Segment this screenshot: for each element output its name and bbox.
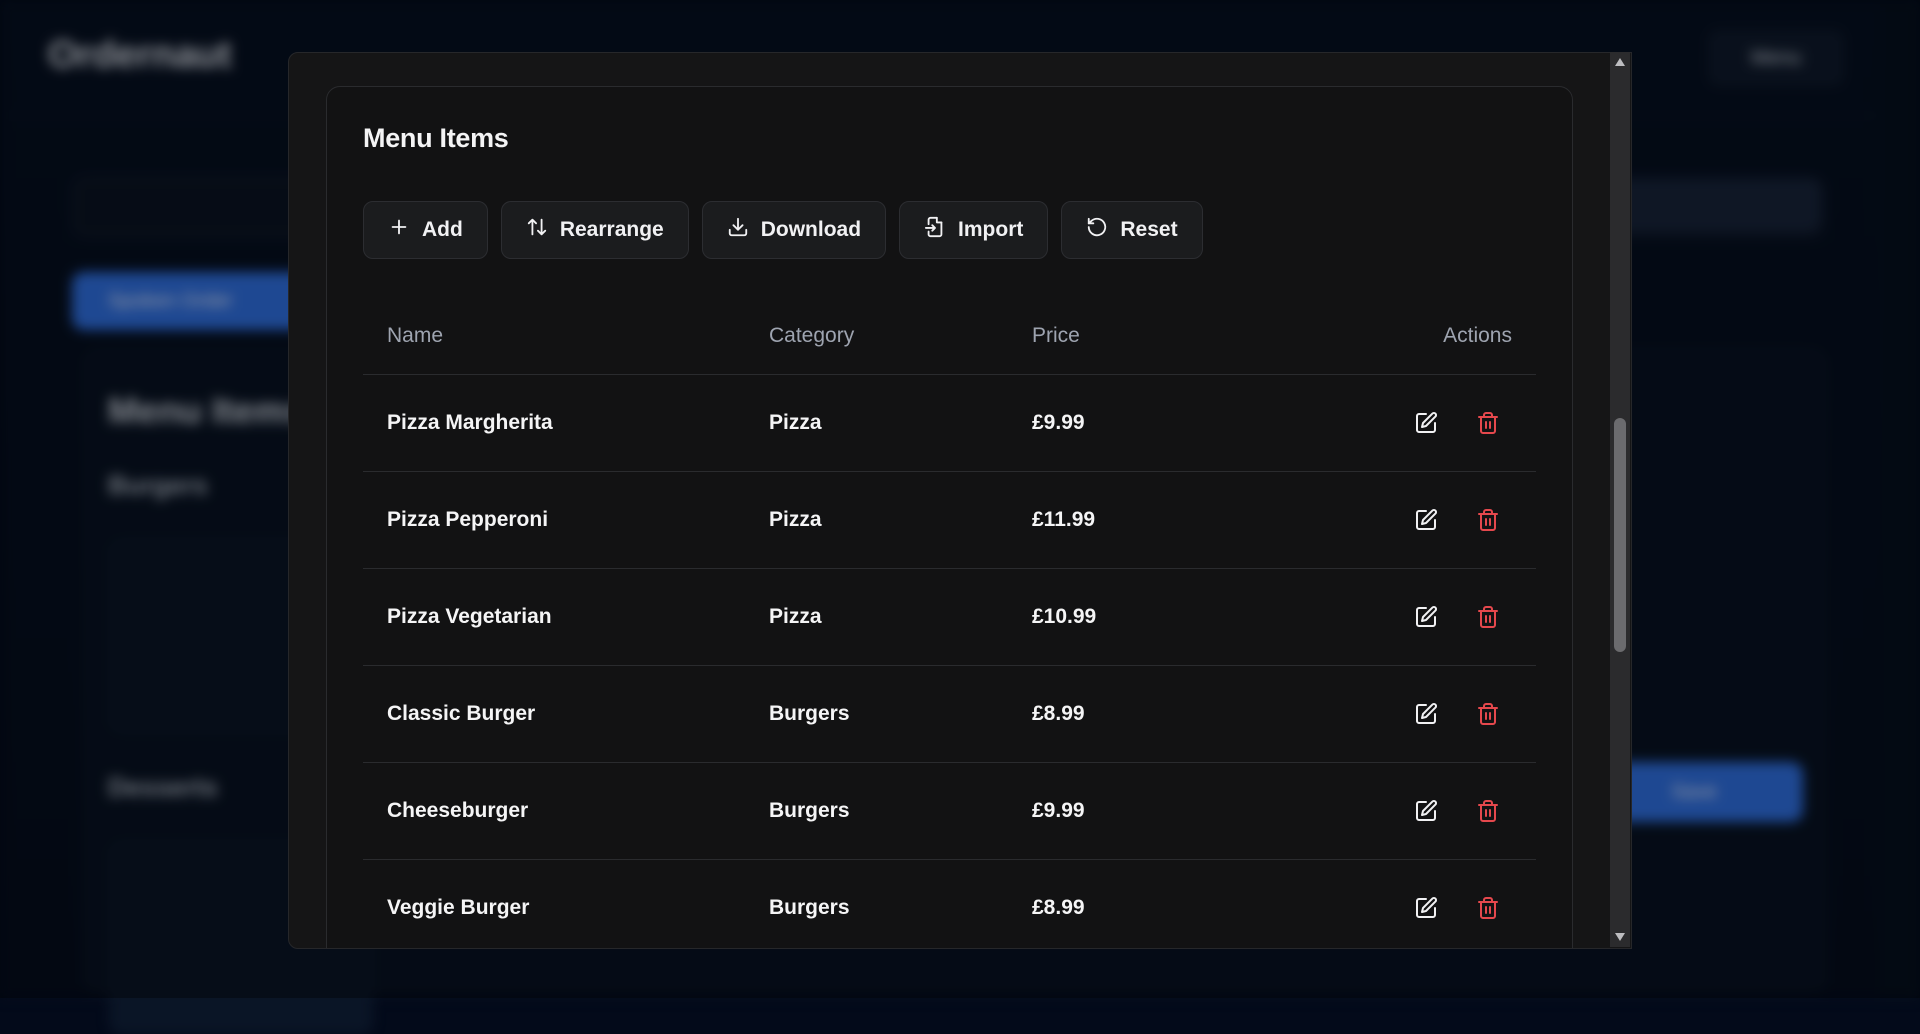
add-button-label: Add (422, 218, 463, 241)
item-category: Burgers (769, 799, 850, 822)
row-actions (1332, 896, 1536, 920)
edit-icon[interactable] (1414, 799, 1438, 823)
item-category: Burgers (769, 702, 850, 725)
item-name: Pizza Pepperoni (387, 508, 549, 531)
edit-icon[interactable] (1414, 605, 1438, 629)
download-icon (727, 216, 749, 244)
item-price: £11.99 (1032, 508, 1096, 531)
item-name: Cheeseburger (387, 799, 529, 822)
import-button[interactable]: Import (899, 201, 1049, 259)
edit-icon[interactable] (1414, 896, 1438, 920)
add-button[interactable]: Add (363, 201, 488, 259)
menu-items-modal: Menu Items Add Rearrange Download Import… (288, 52, 1632, 949)
row-actions (1332, 605, 1536, 629)
reset-button[interactable]: Reset (1061, 201, 1203, 259)
table-row: Pizza Vegetarian Pizza £10.99 (363, 569, 1536, 666)
table-row: Pizza Pepperoni Pizza £11.99 (363, 472, 1536, 569)
modal-scrollbar[interactable] (1610, 52, 1630, 947)
item-price: £8.99 (1032, 896, 1085, 919)
import-button-label: Import (958, 218, 1024, 241)
item-category: Pizza (769, 508, 822, 531)
scroll-up-arrow-icon[interactable] (1610, 52, 1630, 72)
table-row: Veggie Burger Burgers £8.99 (363, 860, 1536, 948)
edit-icon[interactable] (1414, 702, 1438, 726)
item-category: Burgers (769, 896, 850, 919)
row-actions (1332, 508, 1536, 532)
column-header-actions: Actions (1443, 324, 1512, 347)
trash-icon[interactable] (1476, 605, 1500, 629)
download-button[interactable]: Download (701, 201, 887, 259)
item-price: £9.99 (1032, 411, 1085, 434)
item-category: Pizza (769, 605, 822, 628)
item-name: Classic Burger (387, 702, 536, 725)
trash-icon[interactable] (1476, 799, 1500, 823)
table-row: Cheeseburger Burgers £9.99 (363, 763, 1536, 860)
scroll-thumb[interactable] (1614, 418, 1626, 652)
column-header-name: Name (387, 324, 444, 347)
item-price: £8.99 (1032, 702, 1085, 725)
rearrange-button-label: Rearrange (559, 218, 664, 241)
row-actions (1332, 411, 1536, 435)
scroll-down-arrow-icon[interactable] (1610, 927, 1630, 947)
reset-button-label: Reset (1120, 218, 1178, 241)
row-actions (1332, 799, 1536, 823)
rearrange-button[interactable]: Rearrange (500, 201, 689, 259)
row-actions (1332, 702, 1536, 726)
import-icon (924, 216, 946, 244)
item-name: Veggie Burger (387, 896, 530, 919)
trash-icon[interactable] (1476, 508, 1500, 532)
item-price: £10.99 (1032, 605, 1097, 628)
column-header-price: Price (1032, 324, 1080, 347)
modal-title: Menu Items (363, 123, 509, 153)
trash-icon[interactable] (1476, 702, 1500, 726)
table-header: Name Category Price Actions (363, 298, 1536, 375)
item-name: Pizza Margherita (387, 411, 553, 434)
trash-icon[interactable] (1476, 896, 1500, 920)
menu-items-table: Name Category Price Actions Pizza Marghe… (363, 298, 1536, 948)
item-price: £9.99 (1032, 799, 1085, 822)
menu-items-card: Menu Items Add Rearrange Download Import… (326, 86, 1573, 948)
table-row: Classic Burger Burgers £8.99 (363, 666, 1536, 763)
rotate-ccw-icon (1086, 216, 1108, 244)
item-category: Pizza (769, 411, 822, 434)
edit-icon[interactable] (1414, 411, 1438, 435)
column-header-category: Category (769, 324, 855, 347)
table-row: Pizza Margherita Pizza £9.99 (363, 375, 1536, 472)
arrow-up-down-icon (526, 216, 548, 244)
trash-icon[interactable] (1476, 411, 1500, 435)
item-name: Pizza Vegetarian (387, 605, 552, 628)
download-button-label: Download (760, 218, 862, 241)
edit-icon[interactable] (1414, 508, 1438, 532)
toolbar: Add Rearrange Download Import Reset (363, 201, 1203, 259)
plus-icon (388, 216, 410, 244)
